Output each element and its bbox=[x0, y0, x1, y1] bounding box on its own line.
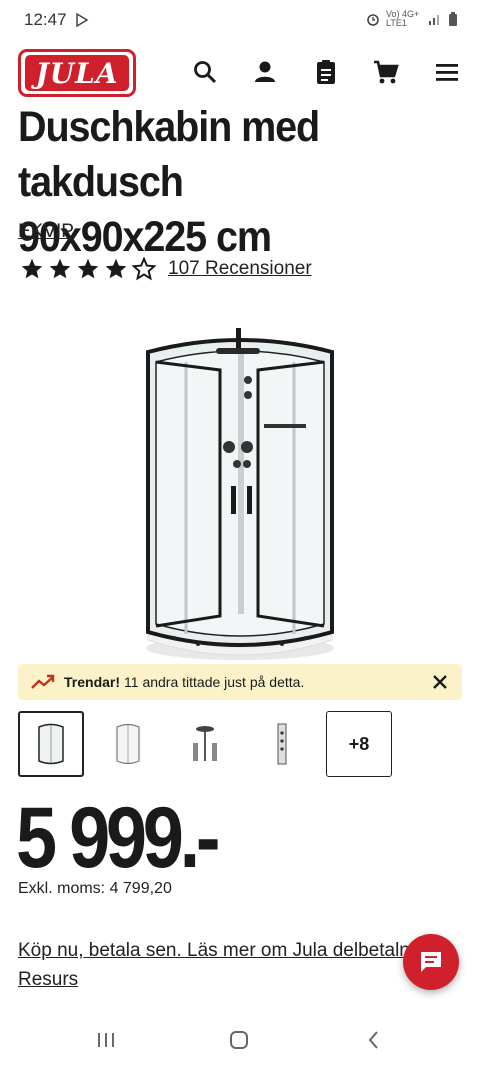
thumbnail-3[interactable] bbox=[172, 711, 238, 777]
trend-label: Trendar! bbox=[64, 674, 121, 690]
menu-icon[interactable] bbox=[433, 58, 461, 86]
site-header: JULA bbox=[0, 44, 480, 102]
thumbnail-4[interactable] bbox=[249, 711, 315, 777]
signal-icon bbox=[429, 15, 439, 25]
brand-link[interactable]: EKVIP bbox=[18, 221, 74, 243]
status-time: 12:47 bbox=[24, 10, 67, 29]
star-empty-icon bbox=[132, 257, 156, 281]
account-icon[interactable] bbox=[251, 58, 279, 86]
product-rating[interactable]: 107 Recensioner bbox=[20, 257, 312, 281]
financing-link[interactable]: Köp nu, betala sen. Läs mer om Jula delb… bbox=[18, 936, 418, 965]
search-icon[interactable] bbox=[191, 58, 219, 86]
thumbnail-1[interactable] bbox=[18, 711, 84, 777]
network-label: Vo) 4G+ LTE1 bbox=[386, 9, 420, 28]
reviews-link[interactable]: 107 Recensioner bbox=[168, 258, 312, 280]
product-title: Duschkabin med takdusch 90x90x225 cm bbox=[18, 100, 432, 265]
shopping-list-icon[interactable] bbox=[312, 58, 340, 86]
product-price: 5 999.- bbox=[16, 790, 220, 886]
jula-logo[interactable]: JULA bbox=[18, 49, 136, 97]
star-filled-icon bbox=[105, 258, 127, 279]
rating-stars bbox=[20, 257, 156, 281]
trend-banner: Trendar! 11 andra tittade just på detta. bbox=[18, 664, 462, 700]
status-icons: Vo) 4G+ LTE1 bbox=[366, 10, 458, 28]
thumbnail-strip: +8 bbox=[18, 711, 403, 777]
product-title-line1: Duschkabin med takdusch bbox=[18, 103, 320, 206]
star-filled-icon bbox=[77, 258, 99, 279]
trending-up-icon bbox=[31, 674, 55, 689]
more-images-button[interactable]: +8 bbox=[326, 711, 392, 777]
recent-apps-icon[interactable] bbox=[94, 1028, 118, 1052]
star-filled-icon bbox=[21, 258, 43, 279]
thumbnail-2[interactable] bbox=[95, 711, 161, 777]
alarm-icon bbox=[367, 14, 379, 26]
status-bar: 12:47 Vo) 4G+ LTE1 bbox=[0, 0, 480, 40]
chat-button[interactable] bbox=[403, 934, 459, 990]
system-nav-bar bbox=[0, 1010, 480, 1067]
price-excl-vat: Exkl. moms: 4 799,20 bbox=[18, 880, 172, 897]
product-image[interactable] bbox=[130, 320, 350, 665]
back-icon[interactable] bbox=[362, 1028, 386, 1052]
chat-icon bbox=[421, 952, 441, 972]
trend-text: 11 andra tittade just på detta. bbox=[124, 674, 305, 690]
battery-icon bbox=[449, 12, 457, 26]
star-filled-icon bbox=[49, 258, 71, 279]
logo-text: JULA bbox=[25, 55, 129, 91]
close-icon[interactable] bbox=[430, 672, 450, 692]
financing-provider-link[interactable]: Resurs bbox=[18, 965, 78, 994]
play-store-icon bbox=[75, 13, 89, 27]
cart-icon[interactable] bbox=[372, 58, 400, 86]
home-icon[interactable] bbox=[227, 1028, 251, 1052]
